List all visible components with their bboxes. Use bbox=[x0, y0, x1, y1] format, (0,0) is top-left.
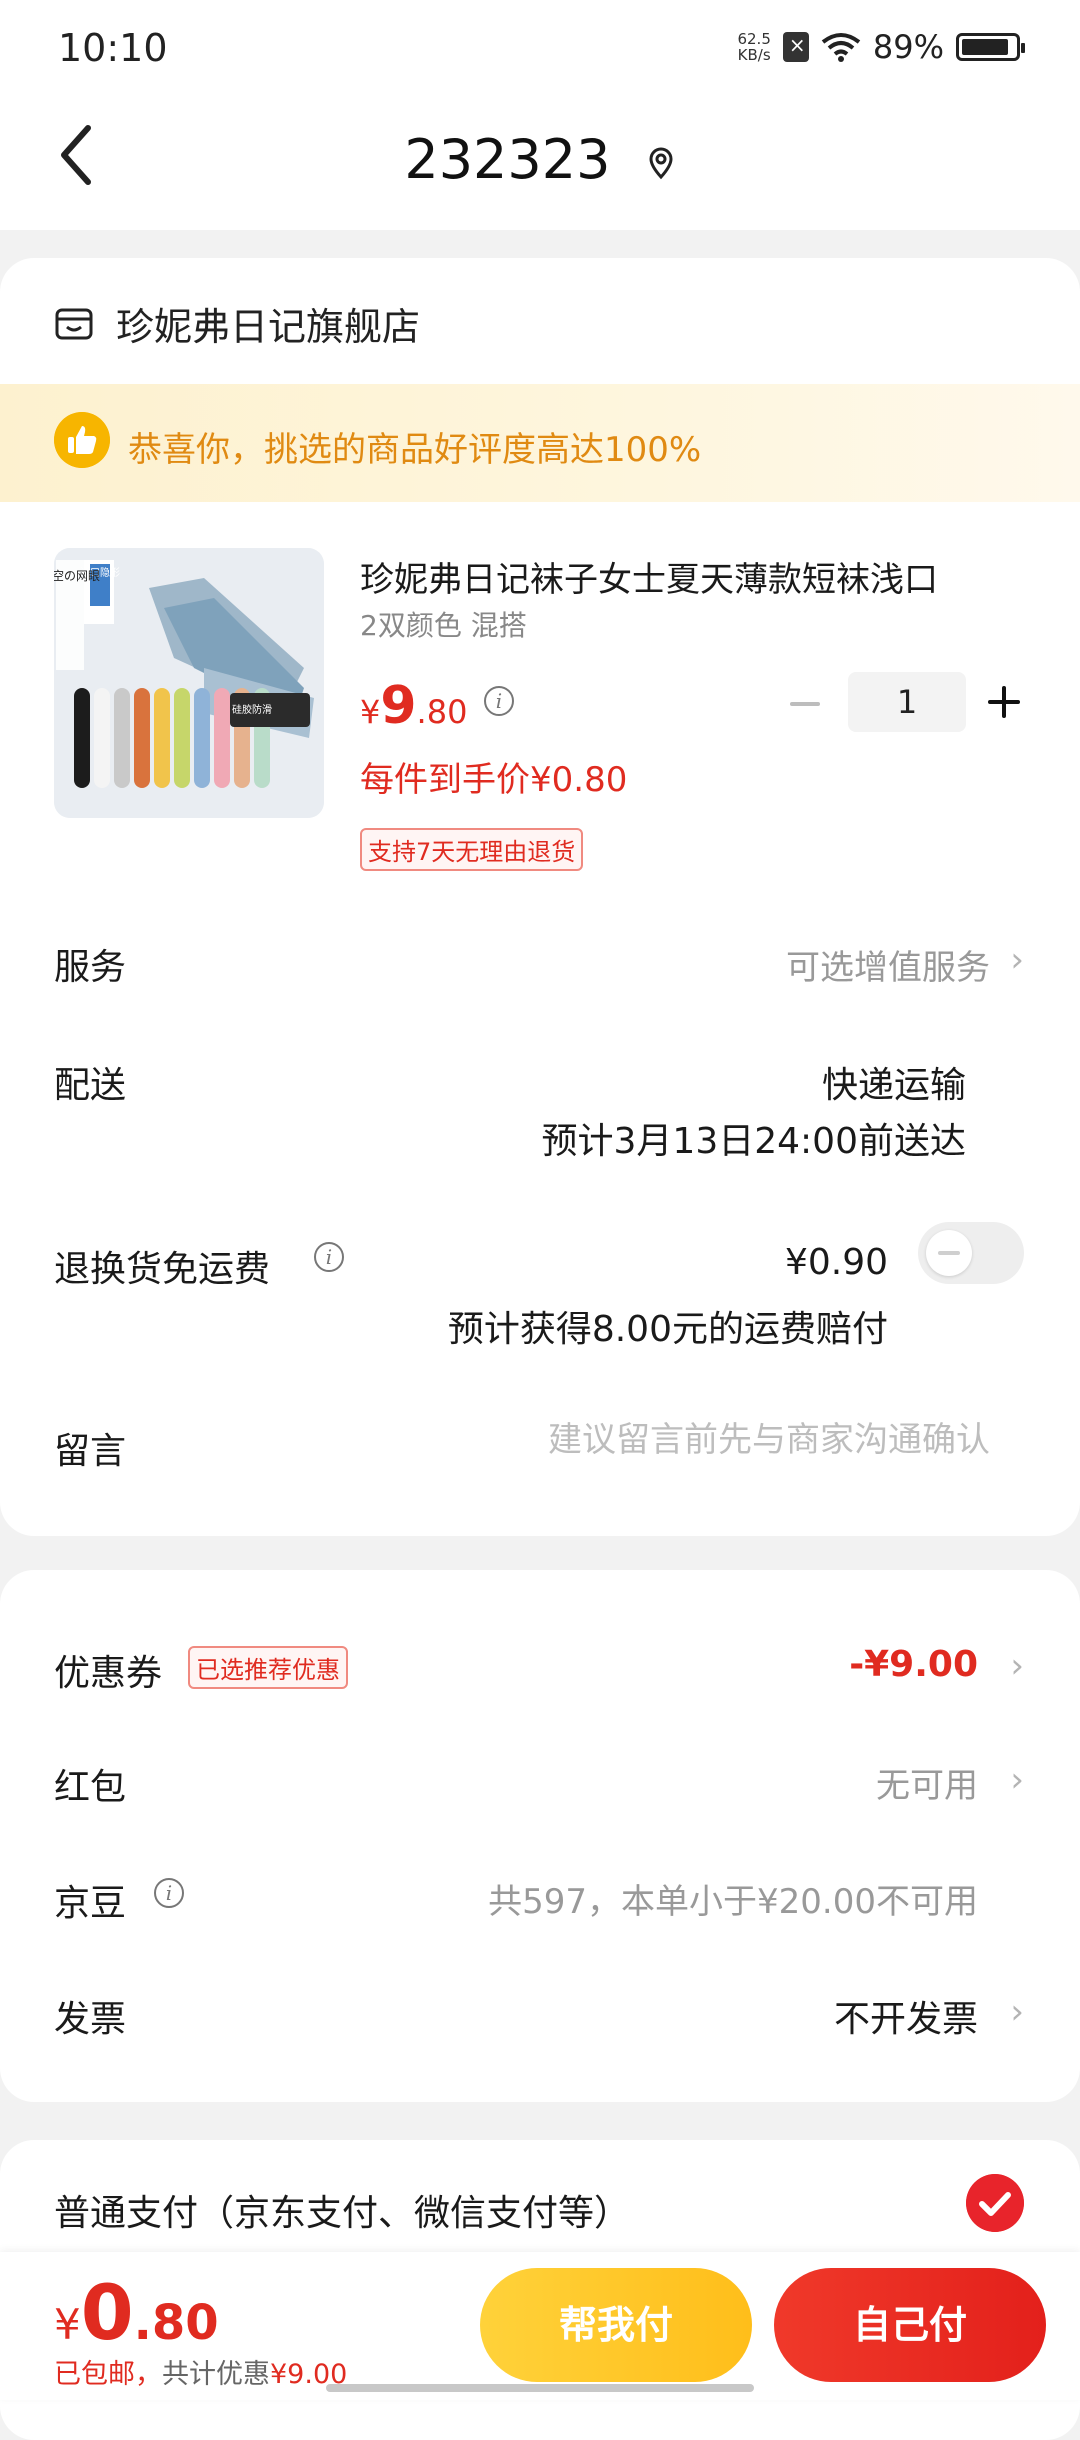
return-shipping-info-icon[interactable]: i bbox=[314, 1242, 344, 1272]
rating-banner-text: 恭喜你，挑选的商品好评度高达100% bbox=[128, 430, 702, 470]
return-shipping-price: ¥0.90 bbox=[784, 1242, 888, 1283]
jingdou-label: 京豆 bbox=[54, 1883, 127, 1924]
product-price: ¥9.80 bbox=[360, 676, 467, 736]
product-title[interactable]: 珍妮弗日记袜子女士夏天薄款短袜浅口 bbox=[360, 552, 1020, 601]
price-symbol: ¥ bbox=[360, 693, 381, 731]
increase-quantity-button[interactable] bbox=[986, 684, 1022, 720]
total-decimal: .80 bbox=[133, 2295, 219, 2351]
image-tag-3: 硅胶防滑 bbox=[232, 703, 272, 716]
home-indicator[interactable] bbox=[326, 2384, 754, 2392]
thumbs-up-icon bbox=[54, 412, 110, 468]
no-sim-icon bbox=[782, 32, 809, 62]
chevron-right-icon[interactable]: › bbox=[1010, 940, 1024, 980]
product-image[interactable]: 浅口隐形 镂空の网眼 硅胶防滑 bbox=[54, 548, 324, 818]
red-packet-label: 红包 bbox=[54, 1767, 127, 1808]
price-info-icon[interactable]: i bbox=[484, 686, 514, 716]
battery-icon bbox=[956, 33, 1025, 61]
toggle-knob bbox=[926, 1230, 972, 1276]
store-icon bbox=[55, 308, 93, 339]
help-me-pay-button[interactable]: 帮我付 bbox=[480, 2268, 752, 2382]
chevron-right-icon[interactable]: › bbox=[1010, 1992, 1024, 2032]
delivery-method[interactable]: 快递运输 bbox=[822, 1056, 966, 1108]
net-speed: 62.5 KB/s bbox=[737, 31, 770, 63]
per-item-price: 每件到手价¥0.80 bbox=[360, 760, 628, 800]
chevron-right-icon[interactable]: › bbox=[1010, 1760, 1024, 1800]
free-shipping-text: 已包邮， bbox=[54, 2359, 162, 2390]
store-row[interactable]: 珍妮弗日记旗舰店 bbox=[54, 296, 420, 351]
store-name: 珍妮弗日记旗舰店 bbox=[116, 305, 421, 349]
quantity-field[interactable]: 1 bbox=[848, 672, 966, 732]
return-shipping-label: 退换货免运费 bbox=[54, 1249, 271, 1290]
price-integer: 9 bbox=[380, 676, 417, 736]
net-speed-unit: KB/s bbox=[737, 46, 771, 64]
location-pin-icon bbox=[649, 147, 673, 180]
return-policy-badge: 支持7天无理由退货 bbox=[360, 828, 584, 871]
status-bar-right: 62.5 KB/s 89% bbox=[737, 28, 1025, 66]
message-label: 留言 bbox=[54, 1431, 127, 1472]
status-time: 10:10 bbox=[58, 26, 168, 70]
decrease-quantity-button[interactable] bbox=[788, 686, 822, 722]
image-tag-2: 镂空の网眼 bbox=[54, 569, 100, 583]
service-label: 服务 bbox=[54, 947, 127, 988]
red-packet-value[interactable]: 无可用 bbox=[876, 1758, 978, 1807]
total-symbol: ¥ bbox=[54, 2300, 81, 2349]
coupon-label: 优惠券 bbox=[54, 1653, 163, 1694]
delivery-time[interactable]: 预计3月13日24:00前送达 bbox=[542, 1112, 966, 1164]
delivery-label: 配送 bbox=[54, 1065, 127, 1106]
page-title[interactable]: 232323 bbox=[0, 128, 1080, 191]
chevron-right-icon[interactable]: › bbox=[1010, 1646, 1024, 1686]
pay-myself-button[interactable]: 自己付 bbox=[774, 2268, 1046, 2382]
invoice-value[interactable]: 不开发票 bbox=[834, 1990, 978, 2042]
total-price: ¥0.80 bbox=[54, 2268, 219, 2357]
invoice-label: 发票 bbox=[54, 1999, 127, 2040]
return-compensation-text: 预计获得8.00元的运费赔付 bbox=[447, 1309, 888, 1350]
socks-illustration: 浅口隐形 镂空の网眼 硅胶防滑 bbox=[54, 548, 324, 818]
total-integer: 0 bbox=[80, 2268, 134, 2357]
coupon-value[interactable]: -¥9.00 bbox=[849, 1644, 978, 1685]
jingdou-value: 共597，本单小于¥20.00不可用 bbox=[488, 1882, 978, 1922]
battery-level bbox=[962, 39, 1009, 55]
message-input[interactable] bbox=[430, 1420, 990, 1460]
wifi-icon bbox=[821, 33, 861, 62]
service-value[interactable]: 可选增值服务 bbox=[786, 940, 990, 989]
address-title: 232323 bbox=[404, 128, 611, 191]
battery-percent: 89% bbox=[872, 28, 944, 66]
check-icon[interactable] bbox=[966, 2174, 1024, 2232]
shipping-discount-note: 已包邮，共计优惠¥9.00 bbox=[54, 2352, 347, 2391]
discount-prefix: 共计优惠 bbox=[162, 2359, 270, 2390]
coupon-badge: 已选推荐优惠 bbox=[188, 1646, 348, 1689]
net-speed-value: 62.5 bbox=[737, 30, 771, 48]
price-decimal: .80 bbox=[416, 693, 468, 731]
jingdou-info-icon[interactable]: i bbox=[154, 1878, 184, 1908]
product-spec: 2双颜色 混搭 bbox=[360, 609, 527, 642]
payment-method-label[interactable]: 普通支付（京东支付、微信支付等） bbox=[54, 2184, 630, 2236]
